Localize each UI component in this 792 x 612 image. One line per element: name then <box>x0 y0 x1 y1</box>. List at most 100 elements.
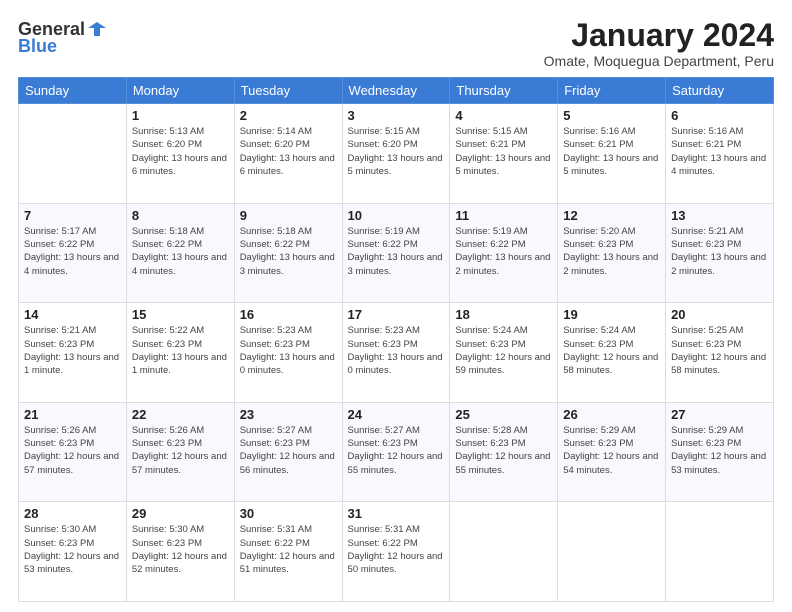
day-info: Sunrise: 5:28 AMSunset: 6:23 PMDaylight:… <box>455 424 552 477</box>
col-friday: Friday <box>558 78 666 104</box>
day-number: 7 <box>24 208 121 223</box>
calendar-cell: 29 Sunrise: 5:30 AMSunset: 6:23 PMDaylig… <box>126 502 234 602</box>
month-title: January 2024 <box>544 18 774 53</box>
day-info: Sunrise: 5:30 AMSunset: 6:23 PMDaylight:… <box>24 523 121 576</box>
day-number: 21 <box>24 407 121 422</box>
calendar-cell: 23 Sunrise: 5:27 AMSunset: 6:23 PMDaylig… <box>234 402 342 502</box>
calendar-cell: 9 Sunrise: 5:18 AMSunset: 6:22 PMDayligh… <box>234 203 342 303</box>
calendar-cell: 5 Sunrise: 5:16 AMSunset: 6:21 PMDayligh… <box>558 104 666 204</box>
day-info: Sunrise: 5:14 AMSunset: 6:20 PMDaylight:… <box>240 125 337 178</box>
logo: General Blue <box>18 18 109 57</box>
calendar-cell: 17 Sunrise: 5:23 AMSunset: 6:23 PMDaylig… <box>342 303 450 403</box>
day-number: 26 <box>563 407 660 422</box>
day-info: Sunrise: 5:21 AMSunset: 6:23 PMDaylight:… <box>24 324 121 377</box>
calendar-cell: 31 Sunrise: 5:31 AMSunset: 6:22 PMDaylig… <box>342 502 450 602</box>
calendar-cell: 15 Sunrise: 5:22 AMSunset: 6:23 PMDaylig… <box>126 303 234 403</box>
calendar-cell: 20 Sunrise: 5:25 AMSunset: 6:23 PMDaylig… <box>666 303 774 403</box>
day-info: Sunrise: 5:16 AMSunset: 6:21 PMDaylight:… <box>671 125 768 178</box>
calendar-table: Sunday Monday Tuesday Wednesday Thursday… <box>18 77 774 602</box>
calendar-cell <box>450 502 558 602</box>
calendar-cell: 24 Sunrise: 5:27 AMSunset: 6:23 PMDaylig… <box>342 402 450 502</box>
calendar-cell: 8 Sunrise: 5:18 AMSunset: 6:22 PMDayligh… <box>126 203 234 303</box>
day-info: Sunrise: 5:30 AMSunset: 6:23 PMDaylight:… <box>132 523 229 576</box>
calendar-cell: 18 Sunrise: 5:24 AMSunset: 6:23 PMDaylig… <box>450 303 558 403</box>
day-number: 12 <box>563 208 660 223</box>
day-info: Sunrise: 5:17 AMSunset: 6:22 PMDaylight:… <box>24 225 121 278</box>
day-number: 13 <box>671 208 768 223</box>
calendar-cell <box>666 502 774 602</box>
calendar-cell: 12 Sunrise: 5:20 AMSunset: 6:23 PMDaylig… <box>558 203 666 303</box>
day-number: 17 <box>348 307 445 322</box>
day-number: 16 <box>240 307 337 322</box>
day-info: Sunrise: 5:21 AMSunset: 6:23 PMDaylight:… <box>671 225 768 278</box>
page: General Blue January 2024 Omate, Moquegu… <box>0 0 792 612</box>
day-number: 24 <box>348 407 445 422</box>
day-number: 10 <box>348 208 445 223</box>
day-number: 4 <box>455 108 552 123</box>
logo-blue-text: Blue <box>18 36 57 57</box>
day-number: 15 <box>132 307 229 322</box>
calendar-week-row: 28 Sunrise: 5:30 AMSunset: 6:23 PMDaylig… <box>19 502 774 602</box>
calendar-cell: 14 Sunrise: 5:21 AMSunset: 6:23 PMDaylig… <box>19 303 127 403</box>
day-info: Sunrise: 5:24 AMSunset: 6:23 PMDaylight:… <box>563 324 660 377</box>
day-info: Sunrise: 5:18 AMSunset: 6:22 PMDaylight:… <box>132 225 229 278</box>
calendar-cell: 27 Sunrise: 5:29 AMSunset: 6:23 PMDaylig… <box>666 402 774 502</box>
day-number: 19 <box>563 307 660 322</box>
day-number: 8 <box>132 208 229 223</box>
calendar-week-row: 14 Sunrise: 5:21 AMSunset: 6:23 PMDaylig… <box>19 303 774 403</box>
col-tuesday: Tuesday <box>234 78 342 104</box>
day-number: 22 <box>132 407 229 422</box>
calendar-cell: 16 Sunrise: 5:23 AMSunset: 6:23 PMDaylig… <box>234 303 342 403</box>
day-info: Sunrise: 5:15 AMSunset: 6:21 PMDaylight:… <box>455 125 552 178</box>
day-number: 5 <box>563 108 660 123</box>
day-number: 25 <box>455 407 552 422</box>
header: General Blue January 2024 Omate, Moquegu… <box>18 18 774 69</box>
calendar-cell: 28 Sunrise: 5:30 AMSunset: 6:23 PMDaylig… <box>19 502 127 602</box>
day-number: 14 <box>24 307 121 322</box>
day-number: 1 <box>132 108 229 123</box>
calendar-cell: 6 Sunrise: 5:16 AMSunset: 6:21 PMDayligh… <box>666 104 774 204</box>
col-wednesday: Wednesday <box>342 78 450 104</box>
day-number: 20 <box>671 307 768 322</box>
day-number: 9 <box>240 208 337 223</box>
calendar-cell <box>558 502 666 602</box>
day-number: 27 <box>671 407 768 422</box>
col-monday: Monday <box>126 78 234 104</box>
calendar-cell: 25 Sunrise: 5:28 AMSunset: 6:23 PMDaylig… <box>450 402 558 502</box>
col-thursday: Thursday <box>450 78 558 104</box>
calendar-cell: 7 Sunrise: 5:17 AMSunset: 6:22 PMDayligh… <box>19 203 127 303</box>
day-number: 28 <box>24 506 121 521</box>
day-number: 29 <box>132 506 229 521</box>
calendar-cell: 2 Sunrise: 5:14 AMSunset: 6:20 PMDayligh… <box>234 104 342 204</box>
calendar-cell: 3 Sunrise: 5:15 AMSunset: 6:20 PMDayligh… <box>342 104 450 204</box>
calendar-week-row: 21 Sunrise: 5:26 AMSunset: 6:23 PMDaylig… <box>19 402 774 502</box>
day-info: Sunrise: 5:15 AMSunset: 6:20 PMDaylight:… <box>348 125 445 178</box>
day-info: Sunrise: 5:29 AMSunset: 6:23 PMDaylight:… <box>671 424 768 477</box>
day-info: Sunrise: 5:29 AMSunset: 6:23 PMDaylight:… <box>563 424 660 477</box>
calendar-week-row: 7 Sunrise: 5:17 AMSunset: 6:22 PMDayligh… <box>19 203 774 303</box>
day-info: Sunrise: 5:27 AMSunset: 6:23 PMDaylight:… <box>240 424 337 477</box>
day-info: Sunrise: 5:18 AMSunset: 6:22 PMDaylight:… <box>240 225 337 278</box>
calendar-body: 1 Sunrise: 5:13 AMSunset: 6:20 PMDayligh… <box>19 104 774 602</box>
calendar-cell: 22 Sunrise: 5:26 AMSunset: 6:23 PMDaylig… <box>126 402 234 502</box>
day-number: 11 <box>455 208 552 223</box>
day-info: Sunrise: 5:16 AMSunset: 6:21 PMDaylight:… <box>563 125 660 178</box>
day-info: Sunrise: 5:24 AMSunset: 6:23 PMDaylight:… <box>455 324 552 377</box>
day-number: 18 <box>455 307 552 322</box>
day-info: Sunrise: 5:31 AMSunset: 6:22 PMDaylight:… <box>240 523 337 576</box>
day-info: Sunrise: 5:26 AMSunset: 6:23 PMDaylight:… <box>24 424 121 477</box>
calendar-cell: 30 Sunrise: 5:31 AMSunset: 6:22 PMDaylig… <box>234 502 342 602</box>
calendar-cell: 10 Sunrise: 5:19 AMSunset: 6:22 PMDaylig… <box>342 203 450 303</box>
day-info: Sunrise: 5:19 AMSunset: 6:22 PMDaylight:… <box>348 225 445 278</box>
day-info: Sunrise: 5:31 AMSunset: 6:22 PMDaylight:… <box>348 523 445 576</box>
day-info: Sunrise: 5:22 AMSunset: 6:23 PMDaylight:… <box>132 324 229 377</box>
day-info: Sunrise: 5:13 AMSunset: 6:20 PMDaylight:… <box>132 125 229 178</box>
calendar-cell: 1 Sunrise: 5:13 AMSunset: 6:20 PMDayligh… <box>126 104 234 204</box>
logo-bird-icon <box>86 18 108 40</box>
calendar-cell: 11 Sunrise: 5:19 AMSunset: 6:22 PMDaylig… <box>450 203 558 303</box>
calendar-week-row: 1 Sunrise: 5:13 AMSunset: 6:20 PMDayligh… <box>19 104 774 204</box>
calendar-cell <box>19 104 127 204</box>
calendar-header: Sunday Monday Tuesday Wednesday Thursday… <box>19 78 774 104</box>
col-sunday: Sunday <box>19 78 127 104</box>
title-block: January 2024 Omate, Moquegua Department,… <box>544 18 774 69</box>
